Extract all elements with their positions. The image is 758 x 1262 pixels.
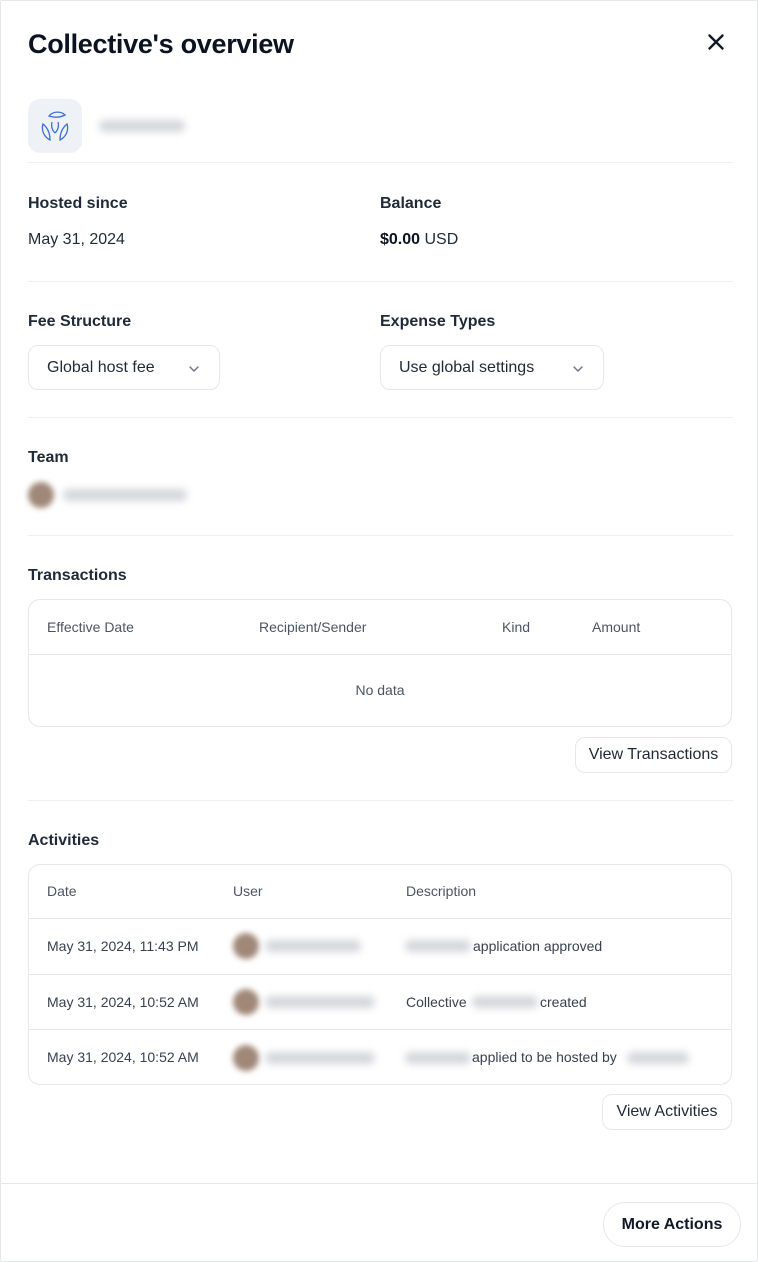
view-transactions-button[interactable]: View Transactions — [575, 737, 732, 773]
activity-collective-redacted — [472, 996, 538, 1008]
collective-overview-panel: Collective's overview Hosted since May 3… — [0, 0, 758, 1262]
activity-user-avatar[interactable] — [233, 989, 259, 1015]
fee-structure-select[interactable]: Global host fee — [28, 345, 220, 390]
expense-types-select[interactable]: Use global settings — [380, 345, 604, 390]
activity-user-name-redacted — [265, 1052, 375, 1064]
fee-structure-label: Fee Structure — [28, 313, 132, 330]
activity-host-redacted — [627, 1052, 689, 1064]
activity-date: May 31, 2024, 10:52 AM — [47, 1049, 199, 1065]
empty-state-text: No data — [355, 682, 405, 698]
collective-logo-icon — [41, 111, 69, 142]
footer-divider — [1, 1183, 758, 1184]
balance-amount: $0.00 — [380, 231, 421, 248]
activity-description: application approved — [473, 938, 603, 954]
row-divider — [29, 918, 731, 919]
row-divider — [29, 974, 731, 975]
column-header-effective-date: Effective Date — [47, 619, 134, 635]
activity-user-name-redacted — [265, 940, 361, 952]
balance-value: $0.00 USD — [380, 231, 458, 249]
row-divider — [29, 1029, 731, 1030]
activities-table: Date User Description May 31, 2024, 11:4… — [28, 864, 732, 1085]
row-divider — [29, 654, 731, 655]
activity-date: May 31, 2024, 11:43 PM — [47, 938, 199, 954]
divider — [28, 417, 733, 418]
activity-user-name-redacted — [265, 996, 375, 1008]
activity-description: created — [540, 994, 587, 1010]
column-header-kind: Kind — [502, 619, 531, 635]
expense-types-label: Expense Types — [380, 313, 496, 330]
view-activities-button[interactable]: View Activities — [602, 1094, 732, 1130]
column-header-recipient-sender: Recipient/Sender — [259, 619, 367, 635]
more-actions-button[interactable]: More Actions — [603, 1202, 741, 1247]
team-label: Team — [28, 449, 69, 466]
team-member-name-redacted — [63, 489, 187, 501]
column-header-user: User — [233, 883, 263, 899]
chevron-down-icon — [189, 366, 199, 372]
team-member-avatar[interactable] — [28, 482, 54, 508]
activity-user-avatar[interactable] — [233, 933, 259, 959]
balance-label: Balance — [380, 195, 442, 212]
column-header-description: Description — [406, 883, 477, 899]
activity-collective-redacted — [405, 1052, 471, 1064]
expense-types-value: Use global settings — [399, 358, 535, 376]
activity-collective-redacted — [405, 940, 471, 952]
transactions-table: Effective Date Recipient/Sender Kind Amo… — [28, 599, 732, 727]
chevron-down-icon — [573, 366, 583, 372]
collective-name-redacted — [99, 120, 185, 132]
divider — [28, 281, 733, 282]
collective-avatar — [28, 99, 82, 153]
close-icon[interactable] — [703, 29, 729, 55]
divider — [28, 535, 733, 536]
column-header-amount: Amount — [592, 619, 641, 635]
divider — [28, 162, 733, 163]
column-header-date: Date — [47, 883, 77, 899]
divider — [28, 800, 733, 801]
transactions-label: Transactions — [28, 567, 127, 584]
hosted-since-label: Hosted since — [28, 195, 128, 212]
activity-description: applied to be hosted by — [472, 1049, 617, 1065]
activities-label: Activities — [28, 832, 100, 849]
balance-currency: USD — [424, 231, 459, 248]
fee-structure-value: Global host fee — [47, 358, 155, 376]
activity-description-prefix: Collective — [406, 994, 467, 1010]
activity-user-avatar[interactable] — [233, 1045, 259, 1071]
hosted-since-value: May 31, 2024 — [28, 231, 125, 248]
activity-date: May 31, 2024, 10:52 AM — [47, 994, 199, 1010]
page-title: Collective's overview — [28, 29, 294, 59]
